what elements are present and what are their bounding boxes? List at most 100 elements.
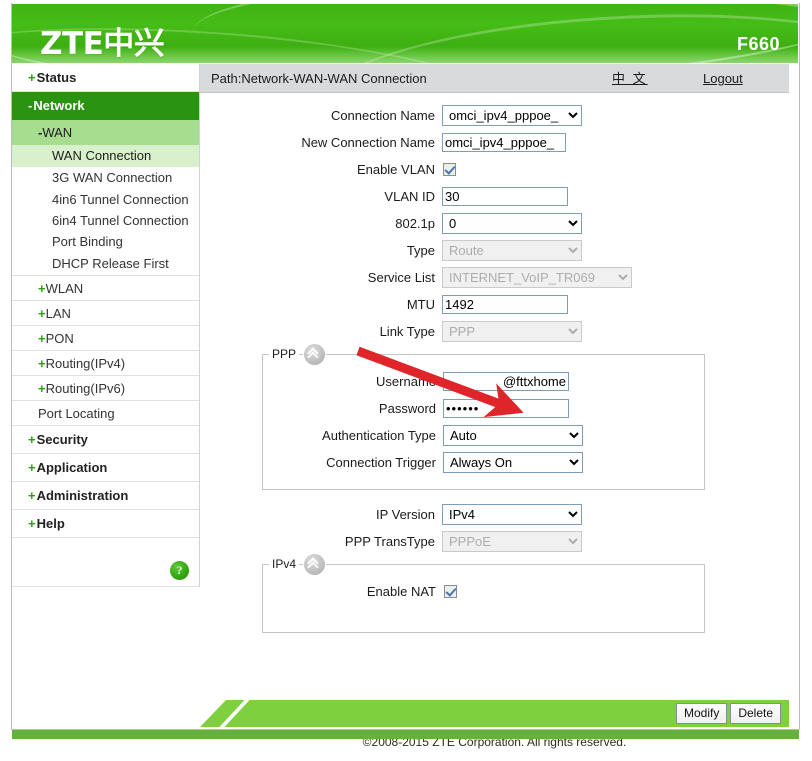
main-content: Path:Network-WAN-WAN Connection 中 文 Logo… <box>200 64 789 729</box>
enable-nat-label: Enable NAT <box>366 584 436 599</box>
logout-link[interactable]: Logout <box>703 64 743 93</box>
new-connection-name-input[interactable] <box>442 133 566 152</box>
sidebar-item-wlan[interactable]: +WLAN <box>12 276 199 301</box>
auth-type-label: Authentication Type <box>322 428 436 443</box>
sidebar-item-label: Security <box>36 432 88 447</box>
sidebar-item-label: Network <box>33 98 85 113</box>
enable-vlan-checkbox[interactable] <box>443 163 456 176</box>
connection-trigger-label: Connection Trigger <box>326 455 436 470</box>
expand-plus-icon: + <box>28 70 36 85</box>
sidebar-item-3g-wan-connection[interactable]: 3G WAN Connection <box>12 167 199 189</box>
chevron-up-icon[interactable] <box>304 554 325 575</box>
expand-plus-icon: + <box>38 356 46 371</box>
sidebar-item-routing-ipv6[interactable]: +Routing(IPv6) <box>12 376 199 401</box>
link-type-label: Link Type <box>379 324 435 339</box>
help-icon[interactable]: ? <box>170 561 189 580</box>
link-type-select: PPP <box>442 321 582 342</box>
connection-name-select[interactable]: omci_ipv4_pppoe_ <box>442 105 582 126</box>
router-admin-page: ZTE中兴 F660 +Status -Network -WAN WAN Con… <box>0 0 812 761</box>
delete-button[interactable]: Delete <box>730 703 781 724</box>
expand-plus-icon: + <box>38 381 46 396</box>
sidebar-item-dhcp-release-first[interactable]: DHCP Release First <box>12 253 199 276</box>
sidebar-item-label: Application <box>36 460 108 475</box>
ip-version-label: IP Version <box>375 507 435 522</box>
ppp-section-title: PPP <box>269 347 300 361</box>
enable-vlan-label: Enable VLAN <box>356 162 435 177</box>
field-row-connection-trigger: Connection Trigger Always On <box>263 450 704 475</box>
field-row-ip-version: IP Version IPv4 <box>200 502 789 527</box>
modify-button[interactable]: Modify <box>675 703 728 724</box>
password-input[interactable] <box>443 399 569 418</box>
field-row-vlan-id: VLAN ID <box>200 184 789 209</box>
expand-plus-icon: + <box>28 488 36 503</box>
password-label: Password <box>378 401 436 416</box>
connection-trigger-select[interactable]: Always On <box>443 452 583 473</box>
sidebar-item-routing-ipv4[interactable]: +Routing(IPv4) <box>12 351 199 376</box>
field-row-ppp-transtype: PPP TransType PPPoE <box>200 529 789 554</box>
ppp-transtype-label: PPP TransType <box>344 534 435 549</box>
sidebar-item-6in4-tunnel-connection[interactable]: 6in4 Tunnel Connection <box>12 210 199 231</box>
device-model-label: F660 <box>736 34 780 54</box>
zte-logo: ZTE中兴 <box>40 26 165 62</box>
sidebar-item-lan[interactable]: +LAN <box>12 301 199 326</box>
sidebar-item-network[interactable]: -Network <box>12 92 199 120</box>
vlan-id-input[interactable] <box>442 187 568 206</box>
footer-action-band: Modify Delete <box>200 694 789 727</box>
new-connection-name-label: New Connection Name <box>301 135 435 150</box>
sidebar-item-label: Administration <box>36 488 129 503</box>
username-label: Username <box>376 374 436 389</box>
chevron-up-icon[interactable] <box>304 344 325 365</box>
wan-connection-form: Connection Name omci_ipv4_pppoe_ New Con… <box>200 93 789 633</box>
language-switch-link[interactable]: 中 文 <box>612 64 648 93</box>
sidebar-item-port-locating[interactable]: Port Locating <box>12 401 199 426</box>
sidebar-nav: +Status -Network -WAN WAN Connection 3G … <box>12 64 200 587</box>
sidebar-item-label: WAN Connection <box>52 148 152 163</box>
field-row-8021p: 802.1p 0 <box>200 211 789 236</box>
connection-name-label: Connection Name <box>330 108 435 123</box>
sidebar-item-4in6-tunnel-connection[interactable]: 4in6 Tunnel Connection <box>12 189 199 210</box>
sidebar-item-security[interactable]: +Security <box>12 426 199 454</box>
sidebar-item-label: 3G WAN Connection <box>52 170 173 185</box>
sidebar-item-label: Port Binding <box>52 234 123 249</box>
sidebar-item-application[interactable]: +Application <box>12 454 199 482</box>
service-list-select: INTERNET_VoIP_TR069 <box>442 267 632 288</box>
mtu-input[interactable] <box>442 295 568 314</box>
sidebar-item-label: WAN <box>42 125 73 140</box>
ipv4-section-title: IPv4 <box>269 557 300 571</box>
sidebar-item-label: 4in6 Tunnel Connection <box>52 192 189 207</box>
expand-plus-icon: + <box>28 516 36 531</box>
collapse-minus-icon: - <box>28 98 33 113</box>
sidebar-item-status[interactable]: +Status <box>12 64 199 92</box>
dot1p-label: 802.1p <box>395 216 435 231</box>
expand-plus-icon: + <box>38 281 46 296</box>
sidebar-item-label: Port Locating <box>38 406 115 421</box>
dot1p-select[interactable]: 0 <box>442 213 582 234</box>
ip-version-select[interactable]: IPv4 <box>442 504 582 525</box>
sidebar-item-label: DHCP Release First <box>52 256 169 271</box>
sidebar-item-label: LAN <box>45 306 71 321</box>
breadcrumb-bar: Path:Network-WAN-WAN Connection 中 文 Logo… <box>200 64 789 93</box>
sidebar-item-pon[interactable]: +PON <box>12 326 199 351</box>
sidebar-item-label: Help <box>36 516 65 531</box>
ppp-section: PPP Username Password Authentication Typ… <box>262 344 705 490</box>
field-row-enable-vlan: Enable VLAN <box>200 157 789 182</box>
sidebar-item-label: Status <box>36 70 77 85</box>
sidebar-item-label: 6in4 Tunnel Connection <box>52 213 189 228</box>
type-label: Type <box>406 243 435 258</box>
expand-plus-icon: + <box>28 432 36 447</box>
ppp-transtype-select: PPPoE <box>442 531 582 552</box>
sidebar-item-label: PON <box>45 331 74 346</box>
sidebar-item-administration[interactable]: +Administration <box>12 482 199 510</box>
auth-type-select[interactable]: Auto <box>443 425 583 446</box>
expand-plus-icon: + <box>38 306 46 321</box>
sidebar-item-help[interactable]: +Help <box>12 510 199 538</box>
sidebar-item-port-binding[interactable]: Port Binding <box>12 231 199 253</box>
enable-nat-checkbox[interactable] <box>444 585 457 598</box>
sidebar-item-wan-connection[interactable]: WAN Connection <box>12 145 199 167</box>
service-list-label: Service List <box>367 270 435 285</box>
ipv4-section: IPv4 Enable NAT <box>262 554 705 633</box>
footer-buttons: Modify Delete <box>675 703 781 724</box>
username-input[interactable] <box>443 372 569 391</box>
mtu-label: MTU <box>406 297 435 312</box>
sidebar-item-wan[interactable]: -WAN <box>12 120 199 145</box>
